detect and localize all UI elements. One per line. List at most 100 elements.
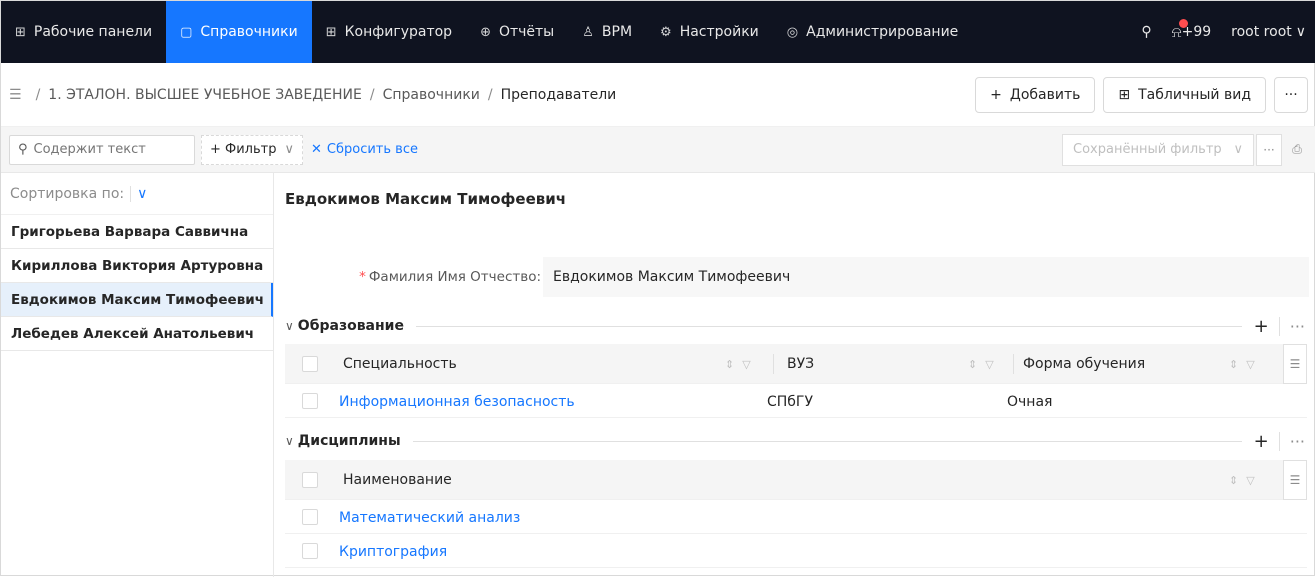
sort-icon: ⇕ — [1229, 473, 1239, 487]
record-title: Евдокимов Максим Тимофеевич — [285, 190, 567, 208]
record-detail: Евдокимов Максим Тимофеевич * Фамилия Имя… — [275, 173, 1315, 577]
gear-icon: ⚙ — [660, 24, 672, 40]
table-row: Криптография — [285, 535, 1307, 568]
education-section-header: ∨ Образование + ··· — [275, 312, 1311, 340]
breadcrumb-bar: ☰ / 1. ЭТАЛОН. ВЫСШЕЕ УЧЕБНОЕ ЗАВЕДЕНИЕ … — [1, 63, 1315, 127]
divider — [412, 440, 1242, 442]
toolbar-actions: + Добавить ⊞ Табличный вид ··· — [975, 76, 1308, 113]
select-all-checkbox[interactable] — [302, 356, 318, 372]
nav-item-bpm[interactable]: ♙ BPM — [568, 1, 646, 63]
column-header-university[interactable]: ВУЗ — [787, 344, 814, 384]
add-filter-button[interactable]: + Фильтр ∨ — [201, 134, 303, 165]
search-box: ⚲ — [9, 134, 195, 165]
column-settings-icon[interactable]: ☰ — [1283, 460, 1307, 500]
education-section-title[interactable]: Образование — [298, 318, 404, 334]
column-header-study-form[interactable]: Форма обучения — [1023, 344, 1145, 384]
records-list: Сортировка по: ∨ Григорьева Варвара Савв… — [1, 173, 274, 577]
row-checkbox[interactable] — [302, 543, 318, 559]
bpm-icon: ♙ — [582, 24, 594, 40]
row-checkbox[interactable] — [302, 393, 318, 409]
notifications[interactable]: ⍾ +99 — [1162, 19, 1221, 41]
disciplines-more-button[interactable]: ··· — [1278, 431, 1305, 451]
sort-control[interactable]: Сортировка по: ∨ — [1, 173, 273, 215]
reset-all-button[interactable]: ✕ Сбросить все — [311, 142, 418, 157]
divider — [415, 325, 1242, 327]
breadcrumb-item-current: Преподаватели — [500, 86, 617, 103]
cell-study-form: Очная — [1007, 393, 1053, 410]
save-icon[interactable]: ⎙ — [1284, 134, 1310, 166]
cell-discipline-name[interactable]: Криптография — [339, 535, 447, 568]
breadcrumb-item-project[interactable]: 1. ЭТАЛОН. ВЫСШЕЕ УЧЕБНОЕ ЗАВЕДЕНИЕ — [48, 87, 362, 103]
cell-university: СПбГУ — [767, 393, 814, 410]
list-item[interactable]: Лебедев Алексей Анатольевич — [1, 317, 273, 351]
cell-discipline-name[interactable]: Математический анализ — [339, 501, 520, 534]
grid-icon: ⊞ — [325, 24, 337, 40]
disciplines-section-header: ∨ Дисциплины + ··· — [275, 427, 1311, 455]
sort-filter-icons[interactable]: ⇕ ▽ — [1229, 344, 1255, 384]
sort-filter-icons[interactable]: ⇕ ▽ — [725, 344, 751, 384]
column-header-specialty[interactable]: Специальность — [343, 344, 457, 384]
nav-item-label: Конфигуратор — [344, 24, 453, 40]
nav-item-label: Отчёты — [498, 24, 555, 40]
table-row: Математический анализ — [285, 501, 1307, 534]
fio-field-row: * Фамилия Имя Отчество: Евдокимов Максим … — [275, 257, 1311, 297]
table-view-label: Табличный вид — [1138, 86, 1251, 103]
sort-filter-icons[interactable]: ⇕ ▽ — [968, 344, 994, 384]
filter-bar: ⚲ + Фильтр ∨ ✕ Сбросить все Сохранённый … — [1, 127, 1315, 173]
nav-item-label: Рабочие панели — [33, 24, 153, 40]
cell-specialty[interactable]: Информационная безопасность — [339, 385, 575, 418]
nav-item-administration[interactable]: ◎ Администрирование — [773, 1, 973, 63]
user-name: root root — [1231, 24, 1292, 40]
reports-icon: ⊕ — [480, 24, 491, 40]
nav-item-settings[interactable]: ⚙ Настройки — [646, 1, 773, 63]
nav-item-dashboards[interactable]: ⊞ Рабочие панели — [1, 1, 166, 63]
collapse-icon[interactable]: ∨ — [285, 319, 294, 333]
chevron-down-icon: ∨ — [1295, 24, 1306, 40]
fio-label-text: Фамилия Имя Отчество: — [368, 269, 541, 285]
row-checkbox[interactable] — [302, 509, 318, 525]
nav-item-configurator[interactable]: ⊞ Конфигуратор — [312, 1, 466, 63]
plus-icon: + — [990, 86, 1002, 103]
add-discipline-button[interactable]: + — [1254, 431, 1269, 452]
shield-icon: ◎ — [786, 24, 799, 40]
add-button[interactable]: + Добавить — [975, 76, 1096, 113]
filter-icon: ▽ — [1246, 357, 1255, 371]
collapse-icon[interactable]: ∨ — [285, 434, 294, 448]
book-icon: ▢ — [180, 24, 193, 40]
menu-toggle-icon[interactable]: ☰ — [9, 87, 22, 103]
nav-item-label: BPM — [601, 24, 633, 40]
fio-value[interactable]: Евдокимов Максим Тимофеевич — [543, 257, 1309, 297]
table-view-button[interactable]: ⊞ Табличный вид — [1103, 76, 1266, 113]
education-more-button[interactable]: ··· — [1278, 316, 1305, 336]
bell-icon: ⍾ — [1172, 19, 1188, 41]
filter-icon: ▽ — [985, 357, 994, 371]
chevron-down-icon[interactable]: ∨ — [130, 185, 147, 202]
saved-filter-more-button[interactable]: ··· — [1256, 133, 1282, 166]
nav-item-label: Настройки — [679, 24, 759, 40]
saved-filter-select[interactable]: Сохранённый фильтр ∨ — [1062, 133, 1254, 166]
saved-filter-controls: Сохранённый фильтр ∨ ··· ⎙ — [1062, 133, 1310, 166]
add-button-label: Добавить — [1009, 86, 1081, 103]
search-icon[interactable]: ⚲ — [1131, 24, 1161, 40]
breadcrumb-item-directories[interactable]: Справочники — [383, 87, 480, 103]
list-item[interactable]: Григорьева Варвара Саввична — [1, 215, 273, 249]
list-item-selected[interactable]: Евдокимов Максим Тимофеевич — [1, 283, 273, 317]
select-all-checkbox[interactable] — [302, 472, 318, 488]
column-settings-icon[interactable]: ☰ — [1283, 344, 1307, 384]
sort-icon: ⇕ — [968, 357, 978, 371]
sort-icon: ⇕ — [1229, 357, 1239, 371]
breadcrumb-separator: / — [369, 86, 375, 103]
sort-filter-icons[interactable]: ⇕ ▽ — [1229, 460, 1255, 500]
column-divider — [1013, 354, 1014, 374]
disciplines-section-title[interactable]: Дисциплины — [298, 433, 401, 449]
user-menu[interactable]: root root ∨ — [1221, 24, 1315, 40]
column-header-name[interactable]: Наименование — [343, 460, 452, 500]
table-row: Информационная безопасность СПбГУ Очная — [285, 385, 1307, 418]
nav-item-reports[interactable]: ⊕ Отчёты — [466, 1, 568, 63]
list-item[interactable]: Кириллова Виктория Артуровна — [1, 249, 273, 283]
more-actions-button[interactable]: ··· — [1274, 76, 1308, 113]
chevron-down-icon: ∨ — [284, 142, 294, 157]
search-input[interactable] — [33, 142, 174, 157]
nav-item-directories[interactable]: ▢ Справочники — [166, 1, 312, 63]
add-education-button[interactable]: + — [1254, 316, 1269, 337]
